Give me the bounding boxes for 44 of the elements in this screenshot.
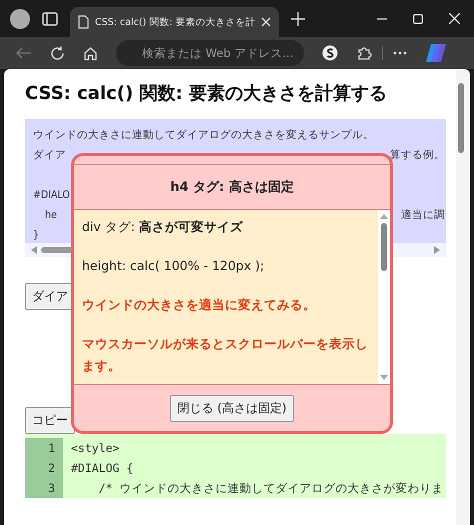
description-text: ウインドの大きさに連動してダイアログの大きさを変えるサンプル。 <box>33 128 374 143</box>
scroll-left-icon[interactable] <box>31 246 37 254</box>
puzzle-icon[interactable] <box>356 45 372 61</box>
dialog-text: ウインドの大きさを適当に変えてみる。 <box>82 296 317 314</box>
dialog-scrollbar[interactable] <box>378 210 390 384</box>
dialog-text: マウスカーソルが来るとスクロールバーを表示します。 <box>82 335 369 375</box>
line-number: 1 <box>25 438 63 458</box>
tab-title: CSS: calc() 関数: 要素の大きさを計 <box>95 16 256 28</box>
profile-avatar[interactable] <box>10 8 30 28</box>
browser-tab[interactable]: CSS: calc() 関数: 要素の大きさを計 <box>70 7 280 37</box>
new-tab-icon[interactable] <box>291 12 306 26</box>
code-line: /* ウインドの大きさに連動してダイアログの大きさが変わりま <box>98 480 444 497</box>
scroll-thumb[interactable] <box>381 223 387 271</box>
description-text: 算する例。 <box>390 148 445 163</box>
address-bar[interactable]: 検索または Web アドレス... <box>116 40 304 66</box>
description-text: he <box>44 208 57 223</box>
scroll-thumb[interactable] <box>458 83 464 153</box>
code-line: #DIALOG { <box>70 460 134 477</box>
line-number: 3 <box>25 478 63 498</box>
extension-icon[interactable] <box>322 45 338 61</box>
page-icon <box>78 15 89 29</box>
code-line: <style> <box>70 440 120 457</box>
tab-actions-icon[interactable] <box>42 12 58 26</box>
line-number: 2 <box>25 458 63 478</box>
maximize-icon[interactable] <box>413 14 423 24</box>
refresh-icon[interactable] <box>50 46 65 60</box>
dialog-title: h4 タグ: 高さは固定 <box>170 178 294 196</box>
description-text: 適当に調 <box>401 208 445 223</box>
copilot-icon[interactable] <box>425 43 447 63</box>
dialog-text: height: calc( 100% - 120px ); <box>82 257 266 275</box>
description-text: #DIALO <box>33 188 70 203</box>
page-title: CSS: calc() 関数: 要素の大きさを計算する <box>25 82 388 105</box>
close-icon[interactable] <box>449 13 460 24</box>
back-icon[interactable] <box>16 47 32 59</box>
copy-button[interactable]: コピー <box>25 407 75 434</box>
dialog-text: div タグ: 高さが可変サイズ <box>82 218 244 236</box>
close-icon[interactable] <box>261 17 272 27</box>
close-dialog-button[interactable]: 閉じる (高さは固定) <box>170 394 294 422</box>
scroll-right-icon[interactable] <box>434 246 440 254</box>
more-icon[interactable] <box>393 51 407 55</box>
description-text: ダイア <box>33 148 66 163</box>
description-text: } <box>33 228 40 243</box>
vertical-scrollbar[interactable] <box>456 69 470 525</box>
home-icon[interactable] <box>83 46 98 60</box>
